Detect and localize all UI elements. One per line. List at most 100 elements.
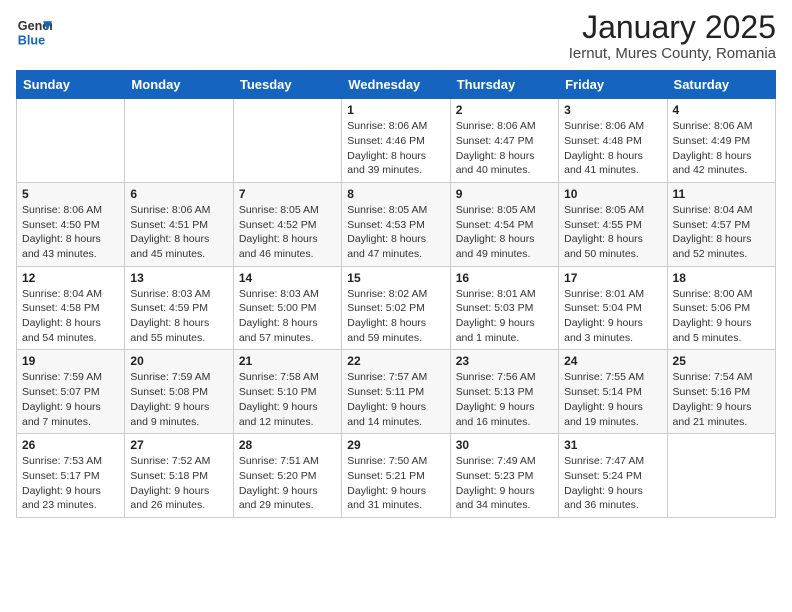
day-info: Sunrise: 8:02 AM Sunset: 5:02 PM Dayligh… xyxy=(347,287,444,346)
day-number: 18 xyxy=(673,271,770,285)
day-info: Sunrise: 8:06 AM Sunset: 4:51 PM Dayligh… xyxy=(130,203,227,262)
day-number: 11 xyxy=(673,187,770,201)
day-info: Sunrise: 7:54 AM Sunset: 5:16 PM Dayligh… xyxy=(673,370,770,429)
calendar-cell: 17 Sunrise: 8:01 AM Sunset: 5:04 PM Dayli… xyxy=(559,266,667,350)
day-number: 12 xyxy=(22,271,119,285)
day-number: 22 xyxy=(347,354,444,368)
calendar-cell: 6 Sunrise: 8:06 AM Sunset: 4:51 PM Daylig… xyxy=(125,182,233,266)
day-number: 2 xyxy=(456,103,553,117)
day-number: 31 xyxy=(564,438,661,452)
day-info: Sunrise: 7:59 AM Sunset: 5:07 PM Dayligh… xyxy=(22,370,119,429)
calendar-week-2: 12 Sunrise: 8:04 AM Sunset: 4:58 PM Dayli… xyxy=(17,266,776,350)
day-info: Sunrise: 7:50 AM Sunset: 5:21 PM Dayligh… xyxy=(347,454,444,513)
calendar-cell: 31 Sunrise: 7:47 AM Sunset: 5:24 PM Dayli… xyxy=(559,434,667,518)
calendar-cell: 22 Sunrise: 7:57 AM Sunset: 5:11 PM Dayli… xyxy=(342,350,450,434)
calendar-cell: 14 Sunrise: 8:03 AM Sunset: 5:00 PM Dayli… xyxy=(233,266,341,350)
svg-text:Blue: Blue xyxy=(18,34,45,48)
weekday-header-row: SundayMondayTuesdayWednesdayThursdayFrid… xyxy=(17,71,776,99)
calendar-cell xyxy=(667,434,775,518)
logo-icon: General Blue xyxy=(16,14,52,50)
day-number: 17 xyxy=(564,271,661,285)
calendar-cell: 20Sunrise: 7:59 AM Sunset: 5:08 PM Dayli… xyxy=(125,350,233,434)
calendar-cell: 13 Sunrise: 8:03 AM Sunset: 4:59 PM Dayli… xyxy=(125,266,233,350)
day-number: 5 xyxy=(22,187,119,201)
day-info: Sunrise: 8:01 AM Sunset: 5:04 PM Dayligh… xyxy=(564,287,661,346)
calendar-cell xyxy=(125,99,233,183)
page-title: January 2025 xyxy=(569,10,776,45)
weekday-header-saturday: Saturday xyxy=(667,71,775,99)
day-info: Sunrise: 7:49 AM Sunset: 5:23 PM Dayligh… xyxy=(456,454,553,513)
day-number: 29 xyxy=(347,438,444,452)
calendar-cell: 29 Sunrise: 7:50 AM Sunset: 5:21 PM Dayli… xyxy=(342,434,450,518)
page-subtitle: Iernut, Mures County, Romania xyxy=(569,45,776,62)
day-number: 10 xyxy=(564,187,661,201)
day-number: 6 xyxy=(130,187,227,201)
day-info: Sunrise: 8:04 AM Sunset: 4:57 PM Dayligh… xyxy=(673,203,770,262)
calendar-week-1: 5 Sunrise: 8:06 AM Sunset: 4:50 PM Daylig… xyxy=(17,182,776,266)
calendar-cell: 19 Sunrise: 7:59 AM Sunset: 5:07 PM Dayli… xyxy=(17,350,125,434)
weekday-header-sunday: Sunday xyxy=(17,71,125,99)
day-number: 27 xyxy=(130,438,227,452)
calendar-cell xyxy=(233,99,341,183)
day-number: 26 xyxy=(22,438,119,452)
weekday-header-wednesday: Wednesday xyxy=(342,71,450,99)
calendar-week-3: 19 Sunrise: 7:59 AM Sunset: 5:07 PM Dayli… xyxy=(17,350,776,434)
calendar-cell: 12 Sunrise: 8:04 AM Sunset: 4:58 PM Dayli… xyxy=(17,266,125,350)
day-number: 14 xyxy=(239,271,336,285)
calendar-cell: 11 Sunrise: 8:04 AM Sunset: 4:57 PM Dayli… xyxy=(667,182,775,266)
day-number: 1 xyxy=(347,103,444,117)
calendar-cell: 9 Sunrise: 8:05 AM Sunset: 4:54 PM Daylig… xyxy=(450,182,558,266)
weekday-header-monday: Monday xyxy=(125,71,233,99)
day-info: Sunrise: 8:06 AM Sunset: 4:49 PM Dayligh… xyxy=(673,119,770,178)
day-info: Sunrise: 8:06 AM Sunset: 4:48 PM Dayligh… xyxy=(564,119,661,178)
day-info: Sunrise: 8:04 AM Sunset: 4:58 PM Dayligh… xyxy=(22,287,119,346)
page: General Blue January 2025 Iernut, Mures … xyxy=(0,0,792,534)
day-number: 13 xyxy=(130,271,227,285)
day-number: 16 xyxy=(456,271,553,285)
day-info: Sunrise: 7:52 AM Sunset: 5:18 PM Dayligh… xyxy=(130,454,227,513)
day-info: Sunrise: 8:05 AM Sunset: 4:54 PM Dayligh… xyxy=(456,203,553,262)
day-info: Sunrise: 7:58 AM Sunset: 5:10 PM Dayligh… xyxy=(239,370,336,429)
day-info: Sunrise: 7:56 AM Sunset: 5:13 PM Dayligh… xyxy=(456,370,553,429)
day-number: 24 xyxy=(564,354,661,368)
day-number: 21 xyxy=(239,354,336,368)
calendar-cell: 23Sunrise: 7:56 AM Sunset: 5:13 PM Dayli… xyxy=(450,350,558,434)
calendar-cell: 5 Sunrise: 8:06 AM Sunset: 4:50 PM Daylig… xyxy=(17,182,125,266)
weekday-header-friday: Friday xyxy=(559,71,667,99)
calendar: SundayMondayTuesdayWednesdayThursdayFrid… xyxy=(16,70,776,518)
calendar-cell: 10 Sunrise: 8:05 AM Sunset: 4:55 PM Dayli… xyxy=(559,182,667,266)
day-info: Sunrise: 7:57 AM Sunset: 5:11 PM Dayligh… xyxy=(347,370,444,429)
calendar-cell: 7Sunrise: 8:05 AM Sunset: 4:52 PM Daylig… xyxy=(233,182,341,266)
day-info: Sunrise: 7:55 AM Sunset: 5:14 PM Dayligh… xyxy=(564,370,661,429)
day-number: 9 xyxy=(456,187,553,201)
day-number: 15 xyxy=(347,271,444,285)
calendar-cell: 25 Sunrise: 7:54 AM Sunset: 5:16 PM Dayli… xyxy=(667,350,775,434)
day-info: Sunrise: 8:03 AM Sunset: 4:59 PM Dayligh… xyxy=(130,287,227,346)
day-number: 3 xyxy=(564,103,661,117)
calendar-cell: 24 Sunrise: 7:55 AM Sunset: 5:14 PM Dayli… xyxy=(559,350,667,434)
calendar-cell: 3 Sunrise: 8:06 AM Sunset: 4:48 PM Daylig… xyxy=(559,99,667,183)
day-info: Sunrise: 8:05 AM Sunset: 4:53 PM Dayligh… xyxy=(347,203,444,262)
day-info: Sunrise: 7:47 AM Sunset: 5:24 PM Dayligh… xyxy=(564,454,661,513)
calendar-cell: 21 Sunrise: 7:58 AM Sunset: 5:10 PM Dayli… xyxy=(233,350,341,434)
day-info: Sunrise: 7:51 AM Sunset: 5:20 PM Dayligh… xyxy=(239,454,336,513)
day-info: Sunrise: 8:00 AM Sunset: 5:06 PM Dayligh… xyxy=(673,287,770,346)
day-info: Sunrise: 7:53 AM Sunset: 5:17 PM Dayligh… xyxy=(22,454,119,513)
day-number: 30 xyxy=(456,438,553,452)
day-number: 25 xyxy=(673,354,770,368)
weekday-header-tuesday: Tuesday xyxy=(233,71,341,99)
day-info: Sunrise: 7:59 AM Sunset: 5:08 PM Dayligh… xyxy=(130,370,227,429)
calendar-cell: 16Sunrise: 8:01 AM Sunset: 5:03 PM Dayli… xyxy=(450,266,558,350)
weekday-header-thursday: Thursday xyxy=(450,71,558,99)
day-info: Sunrise: 8:06 AM Sunset: 4:47 PM Dayligh… xyxy=(456,119,553,178)
calendar-cell: 15 Sunrise: 8:02 AM Sunset: 5:02 PM Dayli… xyxy=(342,266,450,350)
day-number: 19 xyxy=(22,354,119,368)
day-number: 8 xyxy=(347,187,444,201)
day-info: Sunrise: 8:05 AM Sunset: 4:55 PM Dayligh… xyxy=(564,203,661,262)
logo: General Blue xyxy=(16,14,52,50)
day-number: 7 xyxy=(239,187,336,201)
day-info: Sunrise: 8:03 AM Sunset: 5:00 PM Dayligh… xyxy=(239,287,336,346)
calendar-cell: 30 Sunrise: 7:49 AM Sunset: 5:23 PM Dayli… xyxy=(450,434,558,518)
calendar-cell: 28Sunrise: 7:51 AM Sunset: 5:20 PM Dayli… xyxy=(233,434,341,518)
day-info: Sunrise: 8:06 AM Sunset: 4:50 PM Dayligh… xyxy=(22,203,119,262)
